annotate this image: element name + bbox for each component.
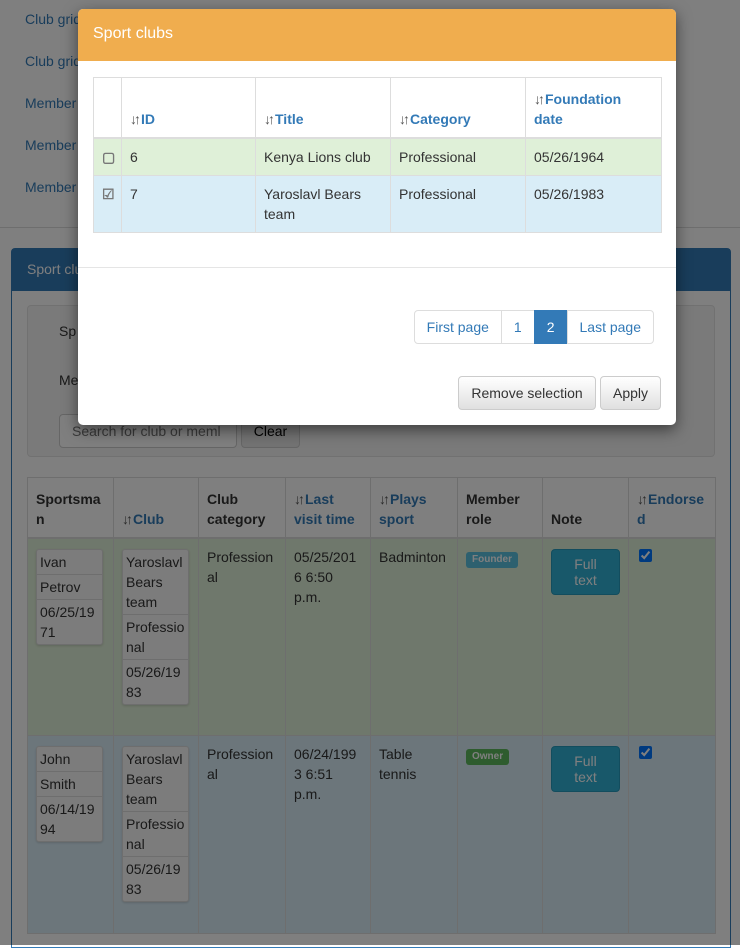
cell: 7: [121, 174, 256, 233]
first-page-link[interactable]: First page: [413, 310, 502, 344]
sort-icon[interactable]: ↓↑: [264, 111, 275, 127]
club-id: 7: [130, 185, 138, 202]
select-cell[interactable]: ☑: [93, 174, 122, 233]
page-1-link[interactable]: 1: [500, 310, 535, 344]
sort-link[interactable]: ID: [141, 111, 155, 127]
modal-title: Sport clubs: [78, 9, 676, 61]
page-2-link[interactable]: 2: [533, 310, 568, 344]
club-category: Professional: [399, 185, 477, 202]
club-id: 6: [130, 148, 138, 165]
apply-button[interactable]: Apply: [600, 376, 661, 410]
sort-icon[interactable]: ↓↑: [130, 111, 141, 127]
table-row[interactable]: ▢ 6 Kenya Lions club Professional 05/26/1964: [93, 137, 662, 176]
clubs-table: ↓↑ ID ↓↑ Title ↓↑ Category ↓↑ Foundation date ▢…: [93, 77, 662, 233]
cell: 6: [121, 137, 256, 176]
select-cell[interactable]: ▢: [93, 137, 122, 176]
pagination: First page 1 2 Last page: [413, 310, 654, 344]
table-row[interactable]: ☑ 7 Yaroslavl Bears team Professional 05/26/…: [93, 174, 662, 233]
cell: Kenya Lions club: [255, 137, 391, 176]
checked-square-icon[interactable]: ☑: [102, 186, 115, 202]
column-header: ↓↑ Foundation date: [525, 77, 662, 139]
cell: Yaroslavl Bears team: [255, 174, 391, 233]
club-title: Kenya Lions club: [264, 148, 371, 165]
sort-link[interactable]: Category: [410, 111, 471, 127]
cell: Professional: [390, 174, 526, 233]
club-date: 05/26/1964: [534, 148, 605, 165]
cell: 05/26/1964: [525, 137, 662, 176]
column-header: ↓↑ Category: [390, 77, 526, 139]
remove-selection-button[interactable]: Remove selection: [458, 376, 596, 410]
club-category: Professional: [399, 148, 477, 165]
sort-link[interactable]: Title: [275, 111, 304, 127]
sort-icon[interactable]: ↓↑: [534, 91, 545, 107]
column-header: ↓↑ ID: [121, 77, 256, 139]
unchecked-square-icon[interactable]: ▢: [102, 149, 115, 165]
divider: [78, 267, 676, 268]
cell: Professional: [390, 137, 526, 176]
sport-clubs-modal: Sport clubs ↓↑ ID ↓↑ Title ↓↑ Category ↓↑ Found…: [78, 9, 676, 425]
column-header: ↓↑ Title: [255, 77, 391, 139]
club-title: Yaroslavl Bears team: [264, 185, 362, 222]
sort-icon[interactable]: ↓↑: [399, 111, 410, 127]
club-date: 05/26/1983: [534, 185, 605, 202]
last-page-link[interactable]: Last page: [566, 310, 654, 344]
cell: 05/26/1983: [525, 174, 662, 233]
sort-link[interactable]: Foundation date: [534, 91, 621, 127]
select-column-header: [93, 77, 122, 139]
